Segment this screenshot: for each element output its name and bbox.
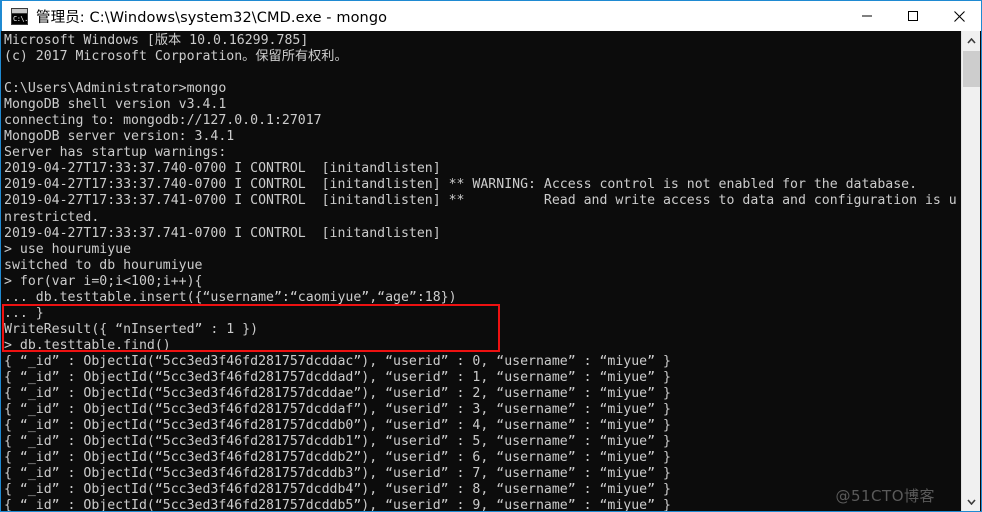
terminal-line: { “_id” : ObjectId(“5cc3ed3f46fd281757dc… (4, 482, 671, 498)
maximize-icon (908, 11, 918, 21)
scroll-down-button[interactable] (962, 492, 981, 511)
terminal-line: 2019-04-27T17:33:37.741-0700 I CONTROL [… (4, 225, 441, 241)
terminal-line: > use hourumiyue (4, 241, 132, 257)
cmd-icon-prompt: C:\. (12, 13, 28, 24)
terminal-line: 2019-04-27T17:33:37.740-0700 I CONTROL [… (4, 161, 441, 177)
terminal-line: ... db.testtable.insert({“username”:“cao… (4, 289, 457, 305)
terminal-line: MongoDB shell version v3.4.1 (4, 97, 227, 113)
terminal-line: { “_id” : ObjectId(“5cc3ed3f46fd281757dc… (4, 498, 671, 511)
terminal-line: > db.testtable.find() (4, 337, 171, 353)
terminal-scrollbar[interactable] (961, 31, 980, 511)
terminal-output: Microsoft Windows [版本 10.0.16299.785] (c)… (4, 33, 957, 511)
chevron-down-icon (967, 498, 976, 505)
terminal-line: { “_id” : ObjectId(“5cc3ed3f46fd281757dc… (4, 418, 671, 434)
terminal-line: 2019-04-27T17:33:37.741-0700 I CONTROL [… (4, 193, 957, 209)
minimize-icon (862, 15, 872, 17)
terminal-screen[interactable]: Microsoft Windows [版本 10.0.16299.785] (c)… (2, 31, 963, 511)
title-bar[interactable]: C:\. 管理员: C:\Windows\system32\CMD.exe - … (1, 0, 981, 31)
terminal-line: { “_id” : ObjectId(“5cc3ed3f46fd281757dc… (4, 434, 671, 450)
terminal-line: { “_id” : ObjectId(“5cc3ed3f46fd281757dc… (4, 450, 671, 466)
terminal-line: switched to db hourumiyue (4, 257, 203, 273)
scrollbar-thumb[interactable] (963, 51, 980, 87)
terminal-line: nrestricted. (4, 209, 100, 225)
terminal-line: Microsoft Windows [版本 10.0.16299.785] (4, 33, 309, 48)
terminal-line: { “_id” : ObjectId(“5cc3ed3f46fd281757dc… (4, 466, 671, 482)
terminal-line: C:\Users\Administrator>mongo (4, 81, 227, 97)
chevron-up-icon (967, 37, 976, 44)
terminal-line: > for(var i=0;i<100;i++){ (4, 273, 203, 289)
terminal-line: MongoDB server version: 3.4.1 (4, 129, 235, 145)
window-controls (844, 1, 981, 31)
window-title: 管理员: C:\Windows\system32\CMD.exe - mongo (36, 9, 388, 26)
terminal-line: (c) 2017 Microsoft Corporation。保留所有权利。 (4, 49, 348, 65)
minimize-button[interactable] (844, 1, 890, 31)
terminal-line: ... } (4, 305, 44, 321)
close-icon (953, 10, 965, 22)
terminal-line: 2019-04-27T17:33:37.740-0700 I CONTROL [… (4, 177, 918, 193)
scroll-up-button[interactable] (962, 31, 981, 50)
cmd-icon: C:\. (11, 7, 28, 25)
watermark: @51CTO博客 (835, 487, 935, 505)
close-button[interactable] (936, 1, 981, 31)
terminal-line: { “_id” : ObjectId(“5cc3ed3f46fd281757dc… (4, 402, 671, 418)
terminal-line: Server has startup warnings: (4, 145, 227, 161)
maximize-button[interactable] (890, 1, 936, 31)
cmd-window: C:\. 管理员: C:\Windows\system32\CMD.exe - … (0, 0, 982, 512)
terminal-line: WriteResult({ “nInserted” : 1 }) (4, 321, 259, 337)
terminal-line: { “_id” : ObjectId(“5cc3ed3f46fd281757dc… (4, 369, 671, 385)
terminal-line: { “_id” : ObjectId(“5cc3ed3f46fd281757dc… (4, 386, 671, 402)
terminal-line: connecting to: mongodb://127.0.0.1:27017 (4, 113, 322, 129)
terminal-line: { “_id” : ObjectId(“5cc3ed3f46fd281757dc… (4, 353, 671, 369)
